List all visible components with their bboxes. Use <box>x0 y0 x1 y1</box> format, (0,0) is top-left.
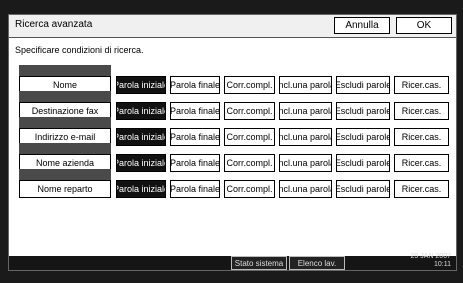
ok-button[interactable]: OK <box>396 17 452 34</box>
field-button[interactable]: Nome reparto <box>19 180 111 198</box>
field-header-bar <box>19 117 111 128</box>
match-option-button[interactable]: Incl.una parola <box>279 180 332 198</box>
job-list-button[interactable]: Elenco lav. <box>289 256 345 270</box>
time-label: 10:11 <box>434 261 451 268</box>
field-header-bar <box>19 169 111 180</box>
field-group: Nome reparto <box>19 169 111 199</box>
search-row: Nome reparto Parola inizialeParola finale… <box>9 169 456 205</box>
match-option-button[interactable]: Corr.compl. <box>224 180 275 198</box>
field-header-bar <box>19 91 111 102</box>
instruction-text: Specificare condizioni di ricerca. <box>15 45 144 55</box>
field-header-bar <box>19 143 111 154</box>
system-status-button[interactable]: Stato sistema <box>231 256 287 270</box>
match-option-button[interactable]: Parola iniziale <box>116 180 166 198</box>
status-bar: Stato sistema Elenco lav. 25 JAN 2007 10… <box>9 253 456 270</box>
search-screen: Ricerca avanzata Annulla OK Specificare … <box>8 14 457 271</box>
date-label: 25 JAN 2007 <box>410 253 451 260</box>
match-option-button[interactable]: Ricer.cas. <box>394 180 449 198</box>
match-option-button[interactable]: Parola finale <box>170 180 220 198</box>
title-bar: Ricerca avanzata Annulla OK <box>9 15 456 38</box>
field-header-bar <box>19 65 111 76</box>
window-title: Ricerca avanzata <box>15 19 93 30</box>
match-option-button[interactable]: Escludi parole <box>336 180 390 198</box>
clock: 25 JAN 2007 10:11 <box>411 253 451 269</box>
cancel-button[interactable]: Annulla <box>334 17 390 34</box>
